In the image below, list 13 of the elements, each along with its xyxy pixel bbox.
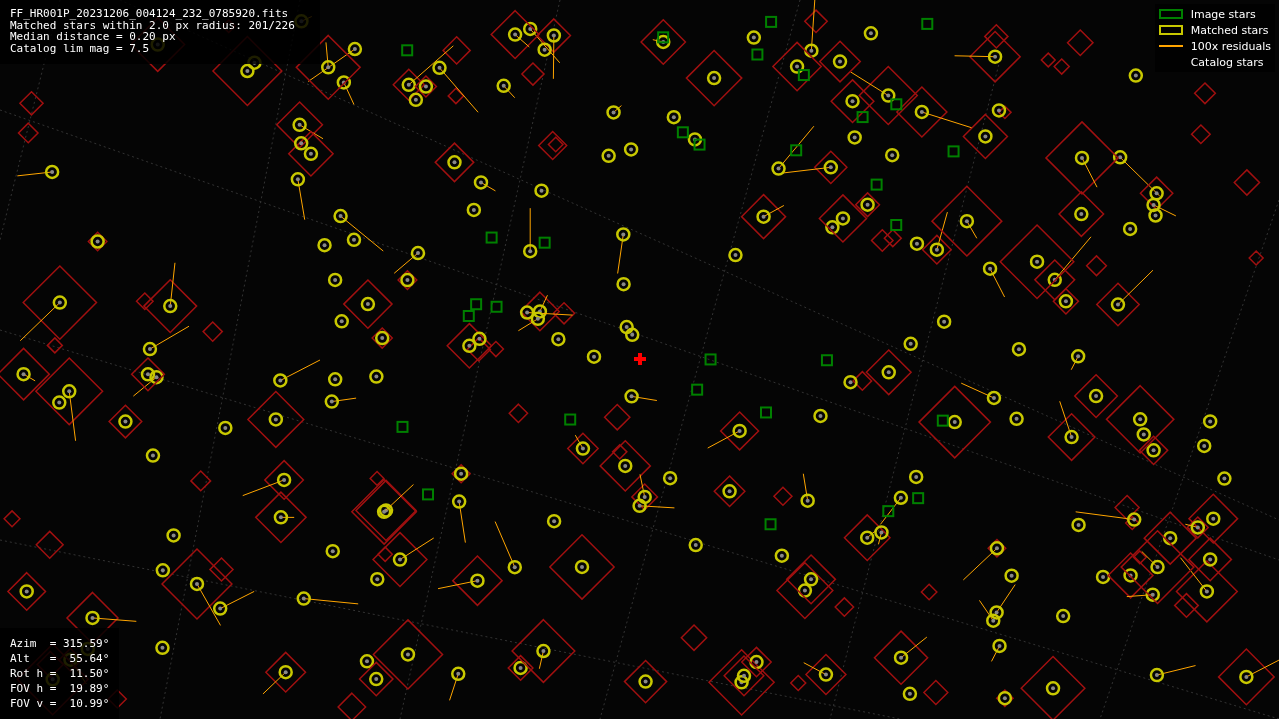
- legend-label: 100x residuals: [1190, 39, 1271, 53]
- pointing-text: FOV h = 19.89°: [10, 681, 110, 696]
- legend-label: Image stars: [1190, 7, 1256, 21]
- legend-label: Matched stars: [1190, 23, 1269, 37]
- pointing-text: Rot h = 11.50°: [10, 666, 110, 681]
- info-text: Catalog lim mag = 7.5: [10, 42, 151, 54]
- pointing-text: Alt = 55.64°: [10, 651, 110, 666]
- info-text: FF_HR001P_20231206_004124_232_0785920.fits: [10, 8, 290, 20]
- pointing-text: Azim = 315.59°: [10, 636, 110, 651]
- legend-label: Catalog stars: [1190, 55, 1264, 69]
- info-text: Median distance = 0.20 px: [10, 31, 176, 43]
- info-text: Matched stars within 2.0 px radius: 201/226: [10, 19, 296, 31]
- pointing-text: FOV v = 10.99°: [10, 696, 110, 711]
